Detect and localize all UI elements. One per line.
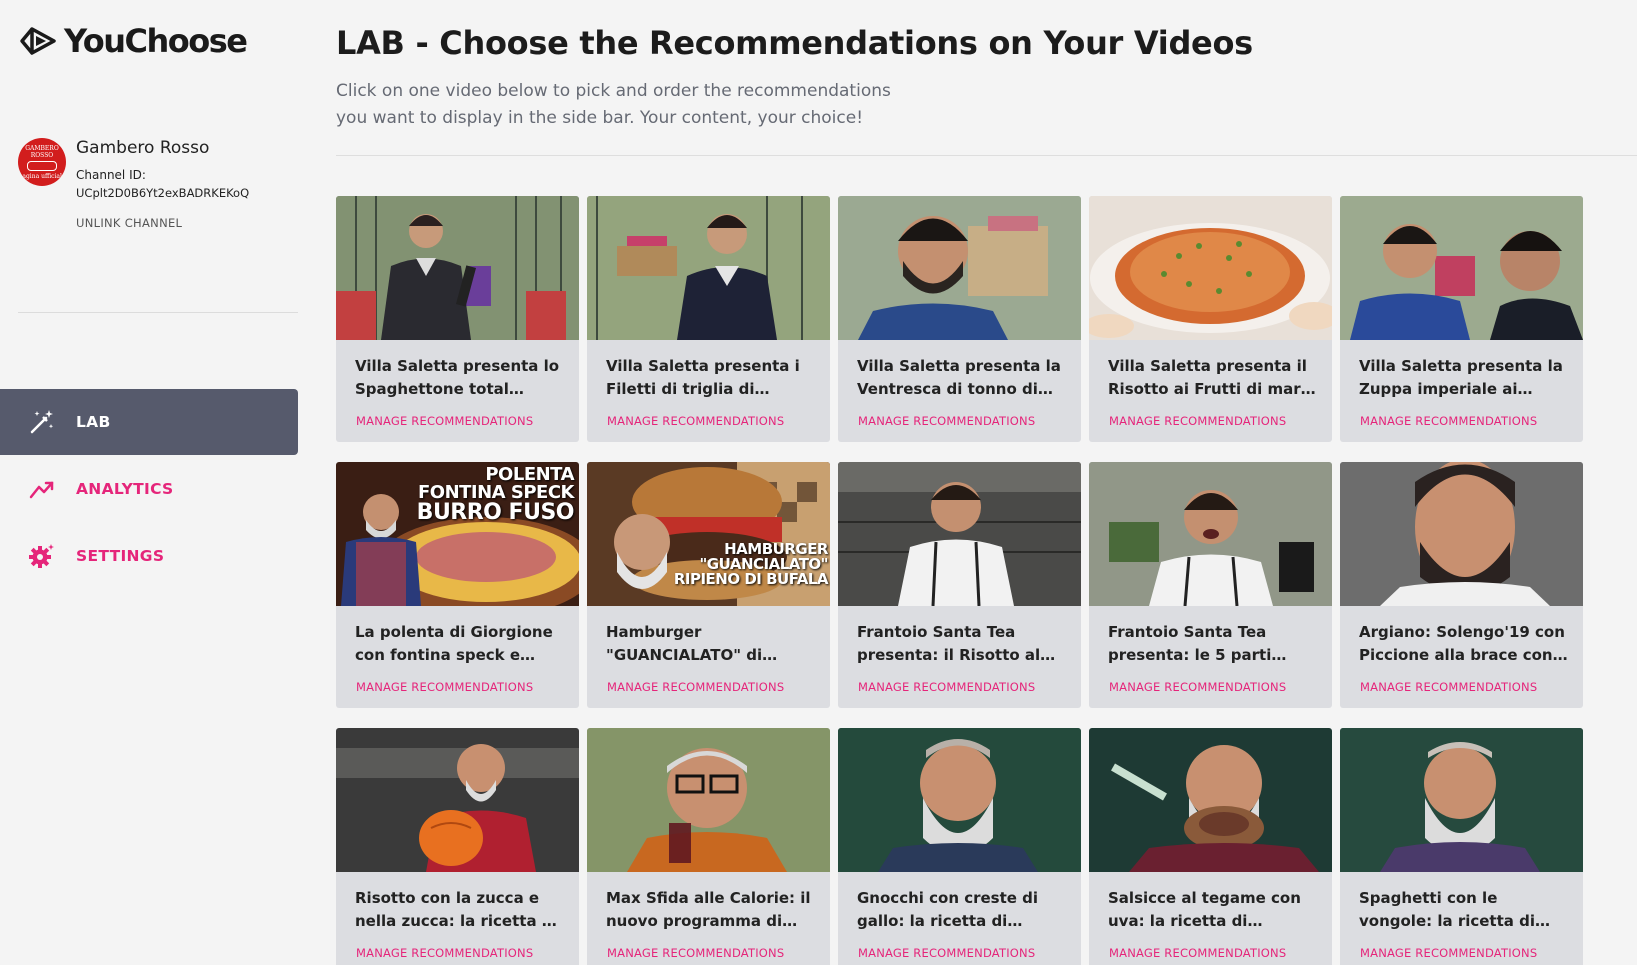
video-thumbnail bbox=[1089, 462, 1332, 606]
video-title: Gnocchi con creste di gallo: la ricetta … bbox=[857, 889, 1039, 930]
youchoose-logo-icon bbox=[20, 27, 56, 55]
channel-avatar: GAMBERO ROSSO pagina ufficiale bbox=[18, 138, 66, 186]
video-card[interactable]: POLENTA FONTINA SPECK BURRO FUSO La pole… bbox=[336, 462, 579, 708]
video-title: Max Sfida alle Calorie: il nuovo program… bbox=[606, 889, 811, 930]
nav-item-lab[interactable]: LAB bbox=[0, 389, 298, 455]
sidebar: YouChoose GAMBERO ROSSO pagina ufficiale… bbox=[0, 0, 298, 965]
video-card[interactable]: Frantoio Santa Tea presenta: il Risotto … bbox=[838, 462, 1081, 708]
subtitle-line-1: Click on one video below to pick and ord… bbox=[336, 81, 891, 101]
video-title: Salsicce al tegame con uva: la ricetta d… bbox=[1108, 889, 1301, 930]
manage-recommendations-link[interactable]: MANAGE RECOMMENDATIONS bbox=[858, 680, 1035, 694]
video-thumbnail bbox=[838, 196, 1081, 340]
video-card[interactable]: HAMBURGER "GUANCIALATO" RIPIENO DI BUFAL… bbox=[587, 462, 830, 708]
video-title: Hamburger "GUANCIALATO" di Giorgione bbox=[606, 623, 763, 664]
trend-icon bbox=[28, 475, 56, 503]
manage-recommendations-link[interactable]: MANAGE RECOMMENDATIONS bbox=[1109, 680, 1286, 694]
video-card[interactable]: Spaghetti con le vongole: la ricetta di … bbox=[1340, 728, 1583, 965]
nav-label-settings: SETTINGS bbox=[76, 547, 165, 565]
video-title: Frantoio Santa Tea presenta: il Risotto … bbox=[857, 623, 1041, 664]
manage-recommendations-link[interactable]: MANAGE RECOMMENDATIONS bbox=[607, 414, 784, 428]
video-card[interactable]: Salsicce al tegame con uva: la ricetta d… bbox=[1089, 728, 1332, 965]
nav-item-analytics[interactable]: ANALYTICS bbox=[0, 456, 298, 522]
video-title: Villa Saletta presenta la Zuppa imperial… bbox=[1359, 357, 1563, 398]
video-thumbnail: POLENTA FONTINA SPECK BURRO FUSO bbox=[336, 462, 579, 606]
manage-recommendations-link[interactable]: MANAGE RECOMMENDATIONS bbox=[607, 680, 784, 694]
video-card[interactable]: Max Sfida alle Calorie: il nuovo program… bbox=[587, 728, 830, 965]
channel-name: Gambero Rosso bbox=[76, 138, 210, 158]
sidebar-divider bbox=[18, 312, 298, 313]
video-thumbnail bbox=[336, 728, 579, 872]
overlay-line: BURRO FUSO bbox=[416, 500, 575, 525]
gear-icon bbox=[28, 542, 56, 570]
avatar-subtext: pagina ufficiale bbox=[18, 172, 66, 180]
video-card[interactable]: Risotto con la zucca e nella zucca: la r… bbox=[336, 728, 579, 965]
video-thumbnail: HAMBURGER "GUANCIALATO" RIPIENO DI BUFAL… bbox=[587, 462, 830, 606]
thumbnail-overlay-text: POLENTA FONTINA SPECK BURRO FUSO bbox=[416, 466, 575, 525]
video-thumbnail bbox=[1340, 196, 1583, 340]
video-thumbnail bbox=[587, 728, 830, 872]
video-card[interactable]: Argiano: Solengo'19 con Piccione alla br… bbox=[1340, 462, 1583, 708]
video-card[interactable]: Villa Saletta presenta la Zuppa imperial… bbox=[1340, 196, 1583, 442]
video-title: Villa Saletta presenta lo Spaghettone to… bbox=[355, 357, 560, 398]
video-thumbnail bbox=[1089, 196, 1332, 340]
video-thumbnail bbox=[1340, 462, 1583, 606]
video-title: Villa Saletta presenta il Risotto ai Fru… bbox=[1108, 357, 1311, 398]
manage-recommendations-link[interactable]: MANAGE RECOMMENDATIONS bbox=[1360, 414, 1537, 428]
video-thumbnail bbox=[1340, 728, 1583, 872]
unlink-channel-button[interactable]: UNLINK CHANNEL bbox=[76, 216, 182, 230]
video-thumbnail bbox=[587, 196, 830, 340]
manage-recommendations-link[interactable]: MANAGE RECOMMENDATIONS bbox=[1360, 680, 1537, 694]
video-card[interactable]: Frantoio Santa Tea presenta: le 5 parti … bbox=[1089, 462, 1332, 708]
video-thumbnail bbox=[336, 196, 579, 340]
video-card[interactable]: Villa Saletta presenta il Risotto ai Fru… bbox=[1089, 196, 1332, 442]
manage-recommendations-link[interactable]: MANAGE RECOMMENDATIONS bbox=[858, 946, 1035, 960]
nav-label-lab: LAB bbox=[76, 413, 111, 431]
video-title: Spaghetti con le vongole: la ricetta di … bbox=[1359, 889, 1535, 930]
video-title: Villa Saletta presenta la Ventresca di t… bbox=[857, 357, 1061, 398]
video-card[interactable]: Gnocchi con creste di gallo: la ricetta … bbox=[838, 728, 1081, 965]
thumbnail-overlay-text: HAMBURGER "GUANCIALATO" RIPIENO DI BUFAL… bbox=[673, 542, 829, 588]
nav-label-analytics: ANALYTICS bbox=[76, 480, 174, 498]
video-title: Frantoio Santa Tea presenta: le 5 parti … bbox=[1108, 623, 1272, 664]
manage-recommendations-link[interactable]: MANAGE RECOMMENDATIONS bbox=[1109, 946, 1286, 960]
manage-recommendations-link[interactable]: MANAGE RECOMMENDATIONS bbox=[607, 946, 784, 960]
header-divider bbox=[336, 155, 1637, 156]
video-thumbnail bbox=[838, 728, 1081, 872]
channel-id-label: Channel ID: bbox=[76, 168, 146, 182]
video-title: Risotto con la zucca e nella zucca: la r… bbox=[355, 889, 558, 930]
video-title: La polenta di Giorgione con fontina spec… bbox=[355, 623, 553, 664]
manage-recommendations-link[interactable]: MANAGE RECOMMENDATIONS bbox=[858, 414, 1035, 428]
video-thumbnail bbox=[1089, 728, 1332, 872]
channel-id: UCplt2D0B6Yt2exBADRKEKoQ bbox=[76, 186, 250, 200]
page-title: LAB - Choose the Recommendations on Your… bbox=[336, 24, 1253, 62]
manage-recommendations-link[interactable]: MANAGE RECOMMENDATIONS bbox=[356, 414, 533, 428]
video-card[interactable]: Villa Saletta presenta lo Spaghettone to… bbox=[336, 196, 579, 442]
manage-recommendations-link[interactable]: MANAGE RECOMMENDATIONS bbox=[356, 946, 533, 960]
video-card[interactable]: Villa Saletta presenta i Filetti di trig… bbox=[587, 196, 830, 442]
video-thumbnail bbox=[838, 462, 1081, 606]
avatar-mark bbox=[27, 160, 57, 171]
brand-name: YouChoose bbox=[64, 22, 248, 60]
nav-item-settings[interactable]: SETTINGS bbox=[0, 523, 298, 589]
brand-logo[interactable]: YouChoose bbox=[18, 22, 248, 60]
page-subtitle: Click on one video below to pick and ord… bbox=[336, 78, 896, 132]
video-title: Villa Saletta presenta i Filetti di trig… bbox=[606, 357, 800, 398]
manage-recommendations-link[interactable]: MANAGE RECOMMENDATIONS bbox=[1360, 946, 1537, 960]
magic-wand-icon bbox=[28, 408, 56, 436]
manage-recommendations-link[interactable]: MANAGE RECOMMENDATIONS bbox=[1109, 414, 1286, 428]
main-content: LAB - Choose the Recommendations on Your… bbox=[336, 0, 1637, 965]
overlay-line: RIPIENO DI BUFALA bbox=[673, 570, 829, 588]
avatar-brand-text: GAMBERO ROSSO bbox=[25, 144, 59, 159]
manage-recommendations-link[interactable]: MANAGE RECOMMENDATIONS bbox=[356, 680, 533, 694]
video-card[interactable]: Villa Saletta presenta la Ventresca di t… bbox=[838, 196, 1081, 442]
subtitle-line-2: you want to display in the side bar. You… bbox=[336, 108, 864, 128]
video-title: Argiano: Solengo'19 con Piccione alla br… bbox=[1359, 623, 1565, 664]
